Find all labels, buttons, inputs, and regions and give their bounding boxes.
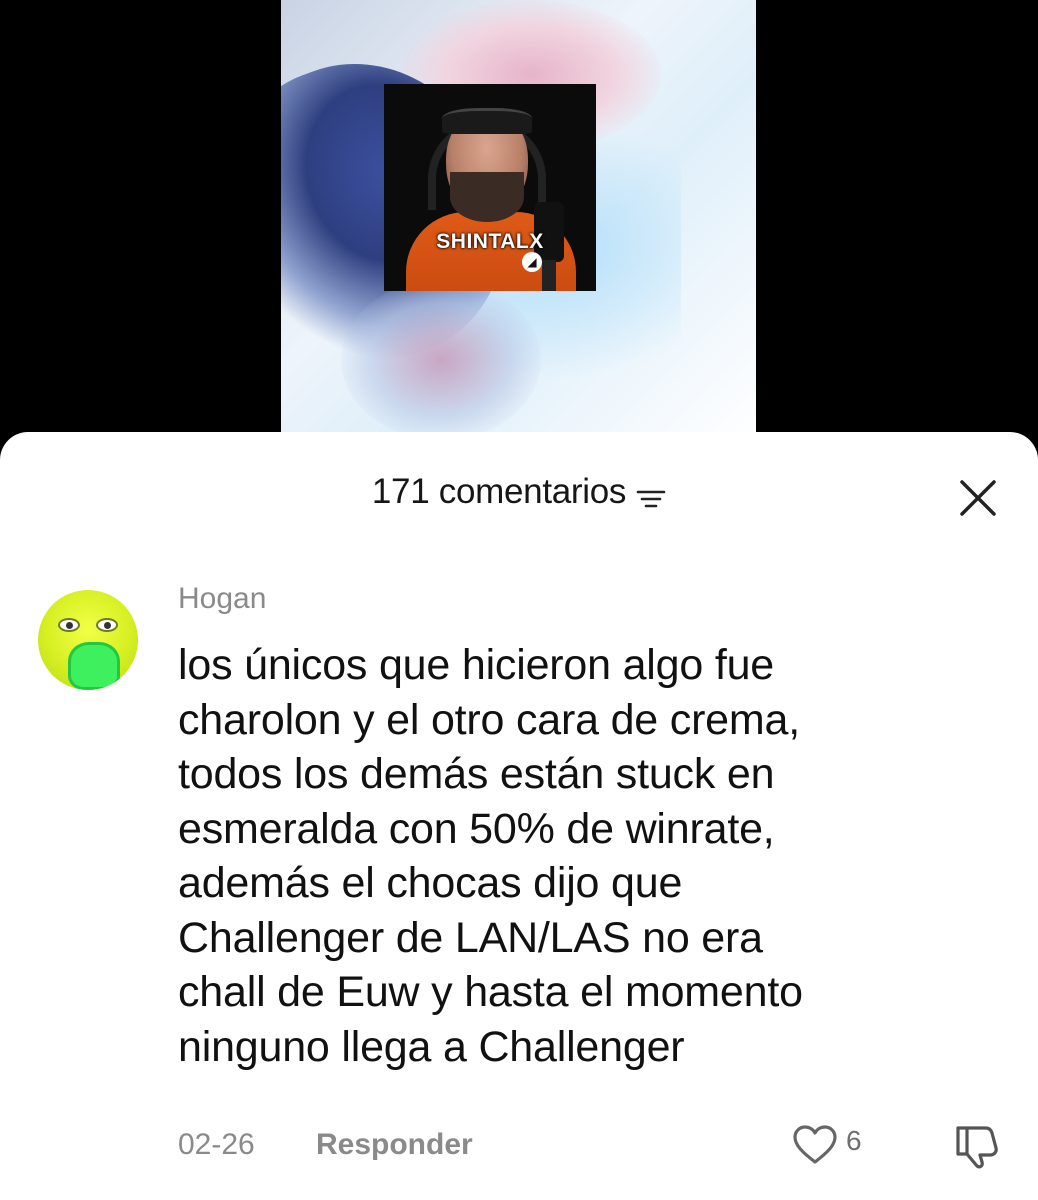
streamer-overlay: SHINTALX ◢ bbox=[384, 84, 596, 291]
comments-header: 171 comentarios bbox=[0, 472, 1038, 516]
video-player[interactable]: SHINTALX ◢ bbox=[0, 0, 1038, 440]
comment-text: los únicos que hicieron algo fue charolo… bbox=[178, 641, 803, 1071]
like-count: 6 bbox=[846, 1125, 862, 1156]
comments-count-title: 171 comentarios bbox=[371, 472, 627, 511]
close-icon bbox=[960, 480, 996, 516]
dislike-button[interactable] bbox=[952, 1124, 1002, 1175]
avatar[interactable] bbox=[38, 590, 138, 690]
heart-outline-icon bbox=[793, 1125, 837, 1164]
comment-actions: 02-26 Responder 6 bbox=[0, 1124, 1038, 1170]
reply-button[interactable]: Responder bbox=[316, 1128, 473, 1162]
close-button[interactable] bbox=[956, 476, 1000, 520]
comment-date: 02-26 bbox=[178, 1128, 255, 1161]
team-logo-icon: ◢ bbox=[522, 252, 542, 272]
comments-sheet: 171 comentarios Hogan los únicos que hic… bbox=[0, 432, 1038, 1200]
streamer-name-label: SHINTALX bbox=[436, 230, 544, 253]
comment-author[interactable]: Hogan bbox=[178, 582, 266, 616]
like-button[interactable]: 6 bbox=[792, 1124, 862, 1166]
filter-lines-icon[interactable] bbox=[636, 481, 666, 508]
thumbs-down-icon bbox=[956, 1126, 998, 1169]
